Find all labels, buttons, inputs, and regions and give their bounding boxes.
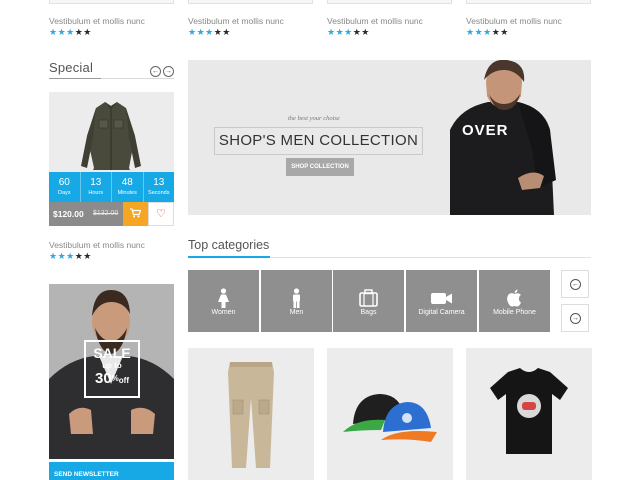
product-card-caps[interactable] [327,348,453,480]
sale-banner[interactable]: SALE up to 30%off [49,284,174,459]
caps-illustration [343,394,437,442]
product-image-edge [188,0,313,4]
special-divider-accent [49,78,101,79]
product-name[interactable]: Vestibulum et mollis nunc [466,16,562,26]
apple-icon [507,289,521,307]
sale-percent-value: 30 [94,370,112,387]
categories-prev-button[interactable]: ← [561,270,589,298]
hero-title: SHOP'S MEN COLLECTION [214,127,423,155]
countdown-value: 13 [153,177,165,188]
sale-upto-text: up to [102,361,122,370]
special-product-image[interactable] [49,92,174,172]
top-product-4[interactable]: Vestibulum et mollis nunc ★★★★★ [466,0,591,40]
hero-subtitle: the best your choise [288,115,340,122]
countdown-value: 60 [58,177,70,188]
category-women[interactable]: Women [188,270,259,332]
category-label: Men [289,309,304,316]
sale-percent-sign: % [111,374,119,383]
price-box: $120.00 $132.00 [49,202,123,226]
top-categories-accent [188,256,270,258]
product-image-edge [49,0,174,4]
categories-next-button[interactable]: → [561,304,589,332]
countdown-value: 13 [90,177,102,188]
countdown-hours: 13 Hours [81,172,112,202]
category-men[interactable]: Men [261,270,332,332]
top-product-2[interactable]: Vestibulum et mollis nunc ★★★★★ [188,0,313,40]
bag-icon [359,289,378,307]
category-label: Digital Camera [418,309,465,316]
countdown-timer: 60 Days 13 Hours 48 Minutes 13 Seconds [49,172,174,202]
special-rating-stars: ★★★★★ [49,251,92,261]
category-label: Women [211,309,236,316]
price-old: $132.00 [93,210,119,217]
special-price-bar: $120.00 $132.00 ♡ [49,202,174,226]
top-product-1[interactable]: Vestibulum et mollis nunc ★★★★★ [49,0,174,40]
product-card-pants[interactable] [188,348,314,480]
category-digital-camera[interactable]: Digital Camera [406,270,477,332]
sale-text: SALE [93,345,131,361]
video-camera-icon [431,293,452,304]
product-card-tshirt[interactable] [466,348,592,480]
special-prev-button[interactable]: ← [150,66,161,77]
countdown-seconds: 13 Seconds [144,172,175,202]
countdown-days: 60 Days [49,172,81,202]
special-product-name[interactable]: Vestibulum et mollis nunc [49,240,145,250]
sale-percent: 30%off [86,370,138,390]
top-product-3[interactable]: Vestibulum et mollis nunc ★★★★★ [327,0,452,40]
product-image-edge [327,0,452,4]
category-bags[interactable]: Bags [333,270,404,332]
countdown-label: Minutes [117,190,137,196]
male-icon [293,288,300,308]
countdown-label: Hours [88,190,104,196]
countdown-value: 48 [121,177,133,188]
product-name[interactable]: Vestibulum et mollis nunc [188,16,284,26]
top-categories-heading: Top categories [188,238,270,252]
category-label: Mobile Phone [493,309,536,316]
hero-banner[interactable]: OVER the best your choise SHOP'S MEN COL… [188,60,591,215]
arrow-left-icon: ← [570,279,581,290]
category-mobile-phone[interactable]: Mobile Phone [479,270,550,332]
cargo-pants-illustration [228,362,274,468]
product-image-edge [466,0,591,4]
add-to-cart-button[interactable] [123,202,148,226]
price-current: $120.00 [53,209,84,219]
rating-stars: ★★★★★ [466,27,509,37]
sale-off-text: off [118,376,130,385]
wishlist-button[interactable]: ♡ [148,202,174,226]
heart-icon: ♡ [156,208,166,220]
arrow-right-icon: → [570,313,581,324]
shop-collection-button[interactable]: SHOP COLLECTION [286,158,354,176]
arrow-right-icon: → [165,68,172,75]
shirt-print-text: OVER [462,122,509,139]
product-name[interactable]: Vestibulum et mollis nunc [327,16,423,26]
female-icon [218,288,229,308]
countdown-label: Seconds [148,190,170,196]
rating-stars: ★★★★★ [49,27,92,37]
arrow-left-icon: ← [152,68,159,75]
cart-icon [130,208,142,218]
category-label: Bags [360,309,377,316]
special-next-button[interactable]: → [163,66,174,77]
jacket-illustration [81,102,141,170]
special-heading: Special [49,60,94,75]
tshirt-illustration [490,368,568,454]
countdown-minutes: 48 Minutes [112,172,144,202]
sale-badge: SALE up to 30%off [84,340,140,398]
send-newsletter-button[interactable]: SEND NEWSLETTER [49,462,174,480]
countdown-label: Days [57,190,71,196]
rating-stars: ★★★★★ [327,27,370,37]
rating-stars: ★★★★★ [188,27,231,37]
product-name[interactable]: Vestibulum et mollis nunc [49,16,145,26]
